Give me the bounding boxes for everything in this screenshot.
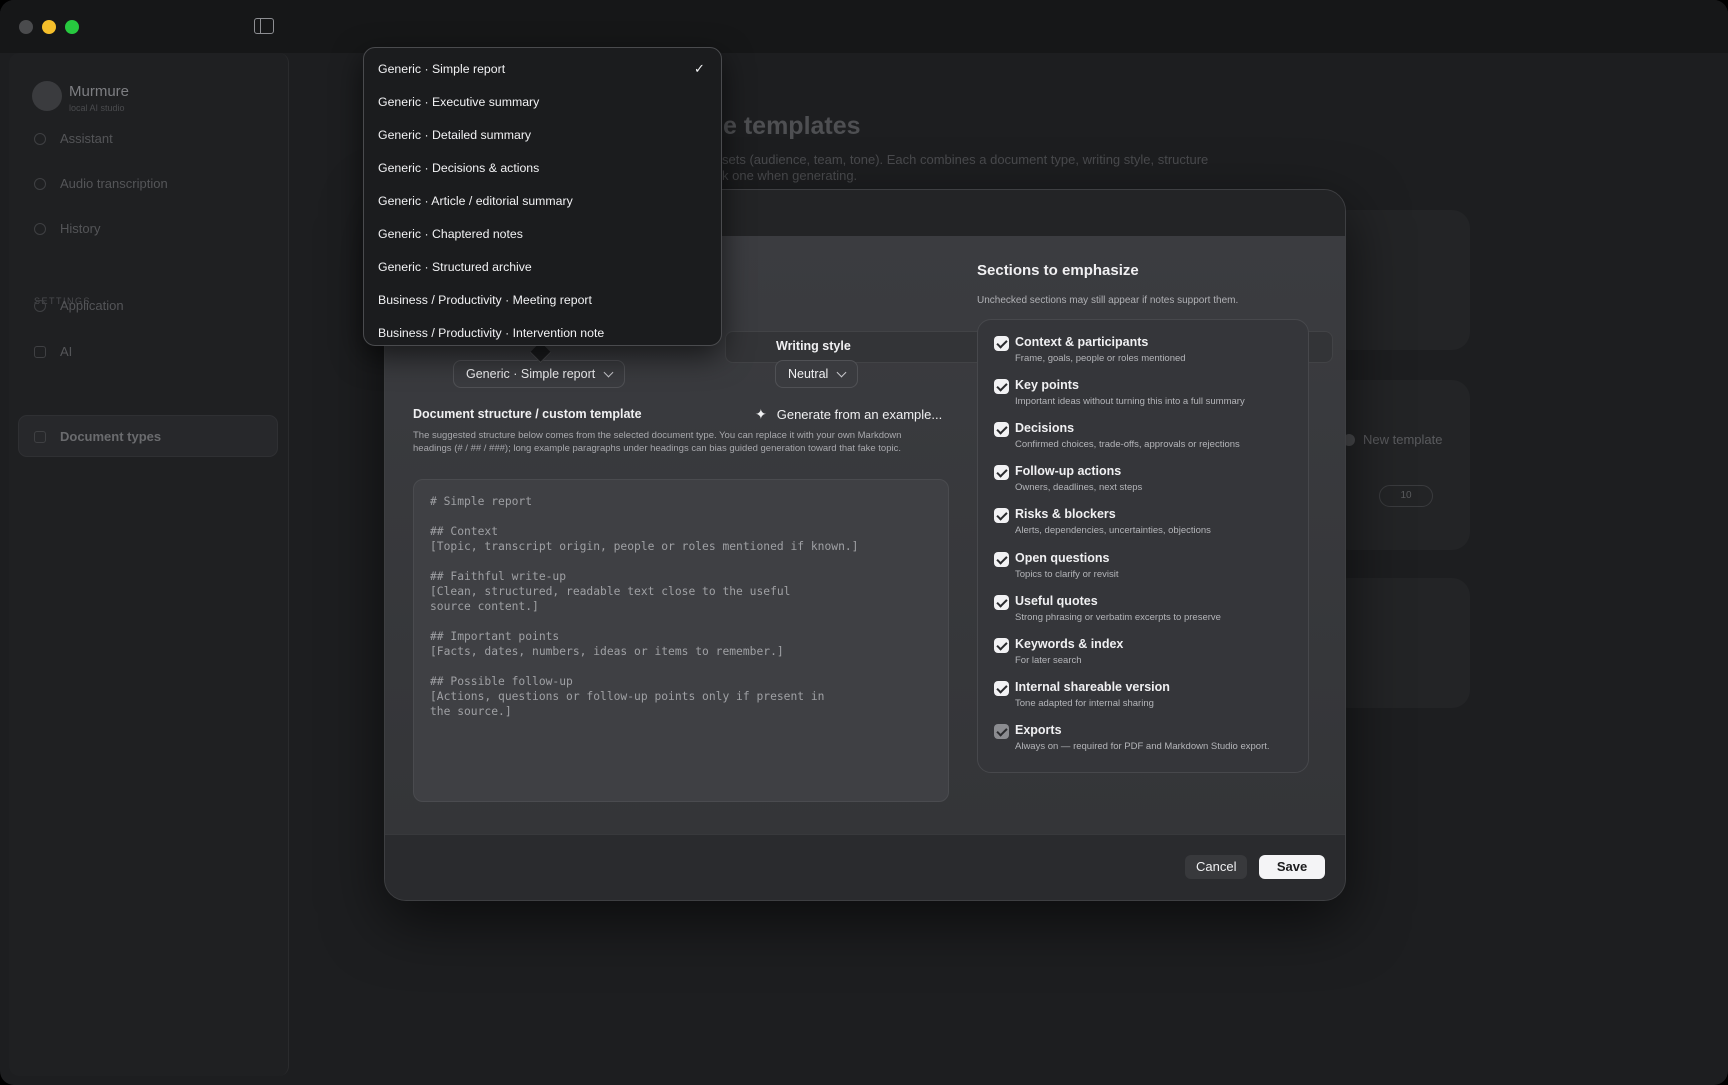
background-card — [1330, 380, 1470, 550]
dropdown-option[interactable]: Generic · Executive summary — [378, 95, 539, 109]
app-tagline: local AI studio — [69, 103, 125, 113]
waveform-icon — [34, 177, 46, 190]
checkbox-checked-icon[interactable] — [994, 465, 1009, 480]
sidebar-item-audio-transcription[interactable]: Audio transcription — [34, 176, 168, 191]
background-card — [1330, 210, 1470, 350]
checkbox-checked-icon[interactable] — [994, 508, 1009, 523]
template-count-badge: 10 — [1379, 485, 1433, 507]
template-structure-editor[interactable]: # Simple report ## Context [Topic, trans… — [413, 479, 949, 802]
checkbox-checked-icon[interactable] — [994, 638, 1009, 653]
sidebar-item-label: History — [60, 221, 101, 236]
page-description: sets (audience, team, tone). Each combin… — [722, 152, 1209, 183]
sidebar-item-label: Assistant — [60, 131, 113, 146]
app-window: Murmure local AI studio Assistant Audio … — [0, 0, 1728, 1085]
chevron-down-icon — [836, 367, 847, 378]
sections-subtitle: Unchecked sections may still appear if n… — [977, 295, 1239, 306]
structure-help-text: The suggested structure below comes from… — [413, 430, 902, 454]
zoom-window-button[interactable] — [65, 20, 79, 34]
sidebar: Murmure local AI studio Assistant Audio … — [9, 53, 289, 1076]
document-type-dropdown: Generic · Simple report ✓ Generic · Exec… — [363, 47, 722, 346]
minimize-window-button[interactable] — [42, 20, 56, 34]
cancel-button[interactable]: Cancel — [1185, 855, 1248, 879]
sparkle-icon: ✦ — [755, 406, 767, 422]
dropdown-option[interactable]: Generic · Chaptered notes — [378, 227, 523, 241]
clock-icon — [34, 222, 46, 235]
sidebar-item-label: Audio transcription — [60, 176, 168, 191]
checkmark-icon: ✓ — [694, 61, 705, 76]
sidebar-item-assistant[interactable]: Assistant — [34, 131, 113, 146]
chevron-down-icon — [603, 367, 614, 378]
sidebar-item-label: AI — [60, 344, 73, 359]
document-icon — [34, 430, 46, 443]
generate-from-example-button[interactable]: ✦ Generate from an example... — [755, 406, 942, 423]
app-logo-icon — [32, 81, 62, 111]
writing-style-label: Writing style — [776, 339, 851, 353]
dropdown-option[interactable]: Business / Productivity · Intervention n… — [378, 326, 604, 340]
dropdown-option[interactable]: Generic · Decisions & actions — [378, 161, 539, 175]
template-text: # Simple report ## Context [Topic, trans… — [430, 495, 859, 718]
background-card — [1330, 578, 1470, 708]
sidebar-item-label: Document types — [60, 429, 162, 444]
sparkle-icon — [34, 132, 46, 145]
sidebar-item-ai[interactable]: AI — [34, 344, 72, 359]
checkbox-checked-icon[interactable] — [994, 379, 1009, 394]
sections-list: Context & participants Frame, goals, peo… — [977, 319, 1309, 773]
checkbox-checked-icon[interactable] — [994, 336, 1009, 351]
dropdown-option[interactable]: Generic · Article / editorial summary — [378, 194, 573, 208]
chip-icon — [34, 345, 46, 358]
app-name: Murmure — [69, 83, 130, 100]
close-window-button[interactable] — [19, 20, 33, 34]
sidebar-item-document-types[interactable]: Document types — [34, 429, 161, 444]
checkbox-checked-icon[interactable] — [994, 422, 1009, 437]
title-bar — [0, 0, 1728, 53]
sidebar-toggle-icon[interactable] — [254, 18, 274, 34]
checkbox-disabled-icon — [994, 724, 1009, 739]
gear-icon — [34, 299, 46, 312]
save-button[interactable]: Save — [1259, 855, 1325, 879]
structure-label: Document structure / custom template — [413, 407, 642, 421]
dropdown-option[interactable]: Generic · Detailed summary — [378, 128, 531, 142]
new-template-button[interactable]: New template — [1343, 432, 1442, 447]
page-title: e templates — [723, 112, 861, 140]
sidebar-item-history[interactable]: History — [34, 221, 100, 236]
checkbox-checked-icon[interactable] — [994, 552, 1009, 567]
sidebar-item-application[interactable]: Application — [34, 298, 124, 313]
dropdown-option[interactable]: Generic · Structured archive — [378, 260, 532, 274]
sections-title: Sections to emphasize — [977, 262, 1139, 279]
writing-style-select[interactable]: Neutral — [775, 360, 859, 388]
document-type-select[interactable]: Generic · Simple report — [453, 360, 626, 388]
dropdown-option[interactable]: Generic · Simple report — [378, 62, 505, 76]
checkbox-checked-icon[interactable] — [994, 681, 1009, 696]
sidebar-item-label: Application — [60, 298, 124, 313]
dropdown-option[interactable]: Business / Productivity · Meeting report — [378, 293, 592, 307]
checkbox-checked-icon[interactable] — [994, 595, 1009, 610]
